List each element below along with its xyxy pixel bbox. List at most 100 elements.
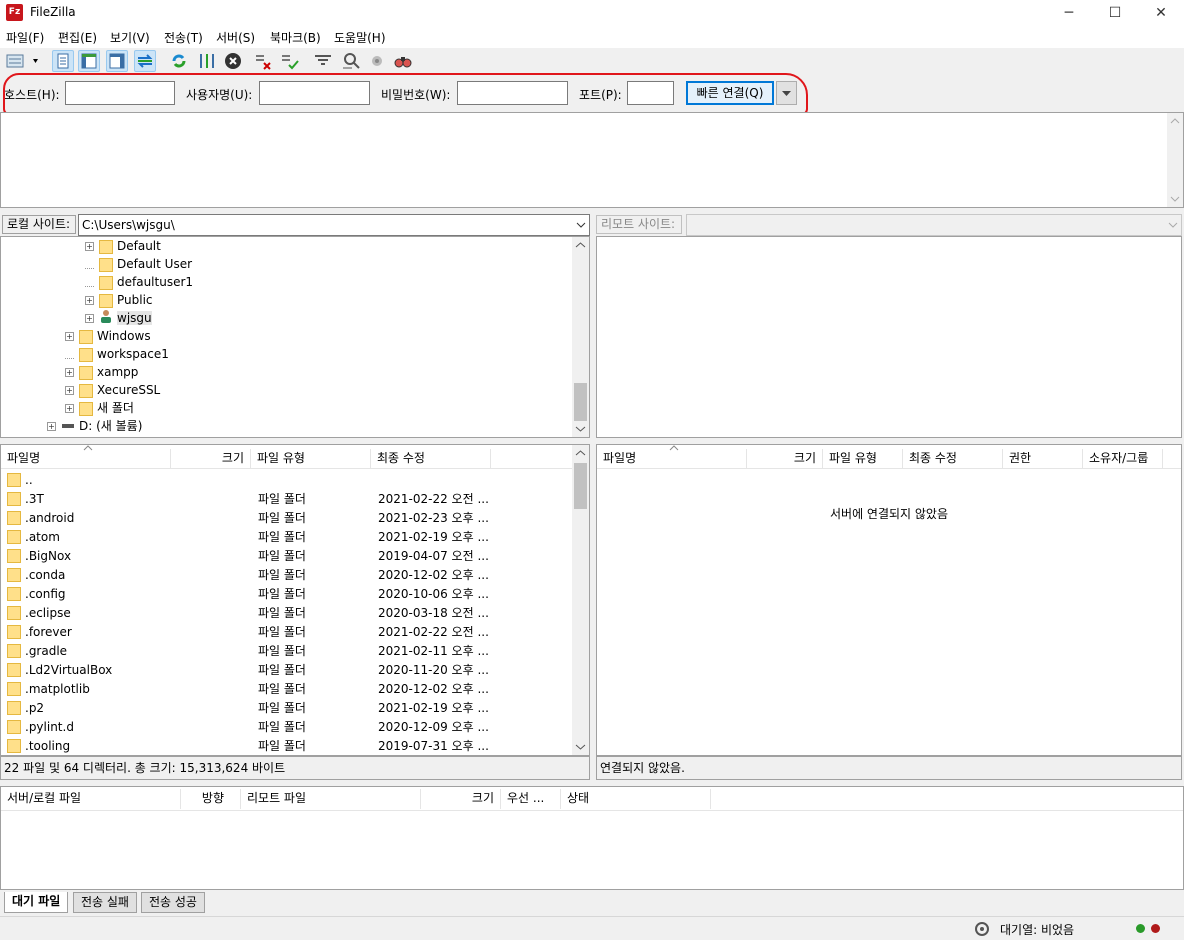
file-row[interactable]: .p2 파일 폴더 2021-02-19 오후 ...	[1, 699, 573, 718]
menu-help[interactable]: 도움말(H)	[334, 29, 386, 46]
tree-node[interactable]: + D: (새 볼륨)	[47, 417, 142, 435]
tree-node[interactable]: + Default	[85, 237, 161, 255]
file-row[interactable]: .android 파일 폴더 2021-02-23 오후 ...	[1, 509, 573, 528]
folder-icon	[7, 568, 21, 582]
search-icon[interactable]	[392, 50, 414, 72]
file-row[interactable]: .Ld2VirtualBox 파일 폴더 2020-11-20 오후 ...	[1, 661, 573, 680]
chevron-down-icon	[1168, 222, 1178, 228]
scroll-thumb	[574, 383, 587, 421]
expand-icon[interactable]: +	[65, 332, 74, 341]
disconnect-icon[interactable]	[252, 50, 274, 72]
column-status[interactable]: 상태	[561, 789, 711, 809]
menu-view[interactable]: 보기(V)	[110, 29, 150, 46]
log-scrollbar[interactable]	[1167, 113, 1183, 207]
file-row[interactable]: .config 파일 폴더 2020-10-06 오후 ...	[1, 585, 573, 604]
tab-failed-transfers[interactable]: 전송 실패	[73, 892, 137, 913]
column-priority[interactable]: 우선 ...	[501, 789, 561, 809]
toggle-remote-tree-icon[interactable]	[106, 50, 128, 72]
column-filename[interactable]: 파일명	[1, 449, 171, 469]
column-filetype[interactable]: 파일 유형	[251, 449, 371, 469]
tree-node[interactable]: + Public	[85, 291, 153, 309]
column-filename[interactable]: 파일명	[597, 449, 747, 469]
file-row[interactable]: .matplotlib 파일 폴더 2020-12-02 오후 ...	[1, 680, 573, 699]
file-row[interactable]: .eclipse 파일 폴더 2020-03-18 오전 ...	[1, 604, 573, 623]
compare-icon[interactable]	[340, 50, 362, 72]
file-row[interactable]: .pylint.d 파일 폴더 2020-12-09 오후 ...	[1, 718, 573, 737]
cancel-icon[interactable]	[222, 50, 244, 72]
toggle-local-tree-icon[interactable]	[78, 50, 100, 72]
folder-icon	[79, 401, 93, 416]
file-row[interactable]: .conda 파일 폴더 2020-12-02 오후 ...	[1, 566, 573, 585]
tree-node[interactable]: + wjsgu	[85, 309, 152, 327]
tree-node[interactable]: workspace1	[65, 345, 169, 363]
expand-icon[interactable]: +	[85, 314, 94, 323]
tree-node[interactable]: + Windows	[65, 327, 151, 345]
tree-node[interactable]: Default User	[85, 255, 192, 273]
filezilla-app-icon: Fz	[6, 4, 23, 21]
reconnect-icon[interactable]	[278, 50, 300, 72]
file-row[interactable]: .gradle 파일 폴더 2021-02-11 오후 ...	[1, 642, 573, 661]
local-list-header: 파일명 크기 파일 유형 최종 수정	[1, 445, 573, 469]
file-row[interactable]: .atom 파일 폴더 2021-02-19 오후 ...	[1, 528, 573, 547]
folder-icon	[7, 644, 21, 658]
expand-icon[interactable]: +	[47, 422, 56, 431]
file-modified: 2019-07-31 오후 ...	[378, 739, 489, 753]
folder-icon	[99, 275, 113, 290]
menu-transfer[interactable]: 전송(T)	[164, 29, 203, 46]
file-row[interactable]: .tooling 파일 폴더 2019-07-31 오후 ...	[1, 737, 573, 755]
process-queue-icon[interactable]	[196, 50, 218, 72]
folder-icon	[7, 606, 21, 620]
close-button[interactable]: ✕	[1138, 0, 1184, 26]
column-direction[interactable]: 방향	[181, 789, 241, 809]
remote-file-list: 파일명 크기 파일 유형 최종 수정 권한 소유자/그룹 서버에 연결되지 않았…	[596, 444, 1182, 756]
column-filetype[interactable]: 파일 유형	[823, 449, 903, 469]
column-size[interactable]: 크기	[747, 449, 823, 469]
file-row[interactable]: .3T 파일 폴더 2021-02-22 오전 ...	[1, 490, 573, 509]
column-owner-group[interactable]: 소유자/그룹	[1083, 449, 1163, 469]
tree-node-label: xampp	[97, 365, 139, 379]
file-row[interactable]: .BigNox 파일 폴더 2019-04-07 오전 ...	[1, 547, 573, 566]
column-modified[interactable]: 최종 수정	[903, 449, 1003, 469]
file-row[interactable]: ..	[1, 471, 573, 490]
file-row[interactable]: .forever 파일 폴더 2021-02-22 오전 ...	[1, 623, 573, 642]
tree-node[interactable]: + XecureSSL	[65, 381, 160, 399]
expand-icon[interactable]: +	[85, 242, 94, 251]
tab-queued-files[interactable]: 대기 파일	[4, 892, 69, 913]
expand-icon[interactable]: +	[65, 404, 74, 413]
toggle-log-icon[interactable]	[52, 50, 74, 72]
minimize-button[interactable]: ─	[1046, 0, 1092, 26]
expand-icon[interactable]: +	[85, 296, 94, 305]
expand-icon[interactable]: +	[65, 368, 74, 377]
column-size[interactable]: 크기	[421, 789, 501, 809]
filter-icon[interactable]	[312, 50, 334, 72]
column-size[interactable]: 크기	[171, 449, 251, 469]
local-file-rows: .. .3T 파일 폴더 2021-02-22 오전 ... .android 파일 폴더…	[1, 469, 573, 755]
tab-successful-transfers[interactable]: 전송 성공	[141, 892, 205, 913]
expand-icon[interactable]: +	[65, 386, 74, 395]
tree-node[interactable]: defaultuser1	[85, 273, 193, 291]
window-title: FileZilla	[30, 5, 76, 19]
local-list-scrollbar[interactable]	[572, 445, 589, 755]
menu-server[interactable]: 서버(S)	[216, 29, 255, 46]
column-remote-file[interactable]: 리모트 파일	[241, 789, 421, 809]
menu-bookmarks[interactable]: 북마크(B)	[270, 29, 321, 46]
remote-path-combobox[interactable]	[686, 214, 1182, 236]
local-path-combobox[interactable]: C:\Users\wjsgu\	[78, 214, 590, 236]
sync-browse-icon[interactable]	[366, 50, 388, 72]
tree-node[interactable]: + xampp	[65, 363, 138, 381]
refresh-icon[interactable]	[168, 50, 190, 72]
toggle-queue-icon[interactable]	[134, 50, 156, 72]
menu-edit[interactable]: 편집(E)	[58, 29, 97, 46]
file-name: .conda	[25, 568, 66, 582]
local-site-label: 로컬 사이트:	[2, 215, 76, 234]
site-manager-icon[interactable]	[4, 50, 42, 72]
tree-node[interactable]: + 새 폴더	[65, 399, 134, 417]
menu-file[interactable]: 파일(F)	[6, 29, 44, 46]
column-permissions[interactable]: 권한	[1003, 449, 1083, 469]
local-tree-scrollbar[interactable]	[572, 237, 589, 437]
maximize-button[interactable]: ☐	[1092, 0, 1138, 26]
folder-icon	[7, 663, 21, 677]
column-server-local-file[interactable]: 서버/로컬 파일	[1, 789, 181, 809]
column-modified[interactable]: 최종 수정	[371, 449, 491, 469]
tree-rows: + Default Default User defaultuser1 + Public +…	[1, 237, 573, 437]
